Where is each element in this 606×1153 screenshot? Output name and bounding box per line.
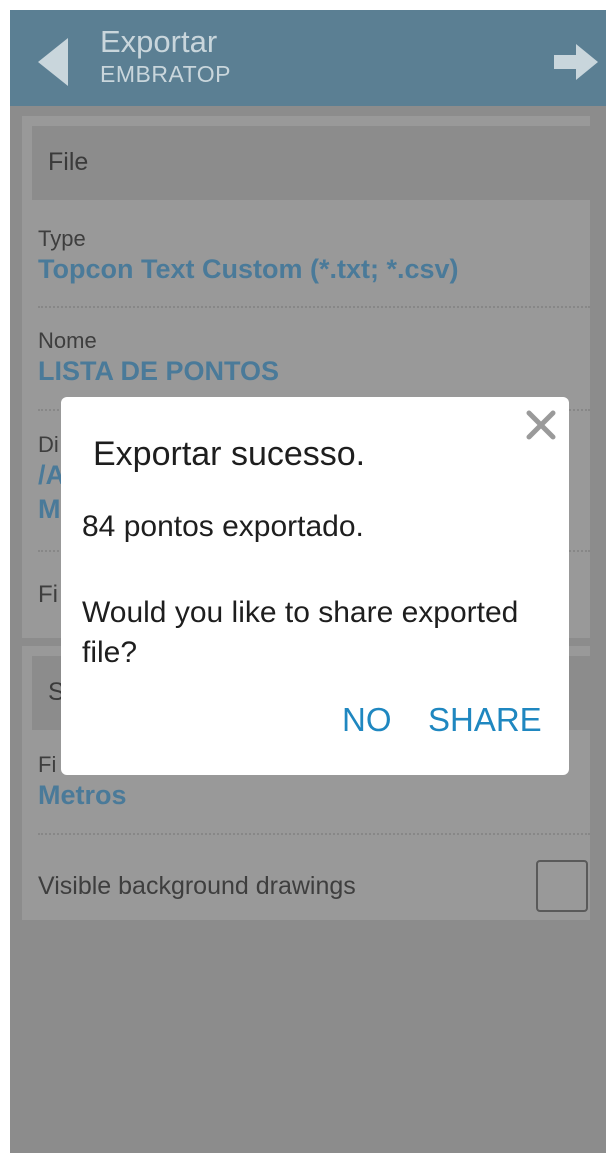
dialog-title: Exportar sucesso. [93, 435, 366, 473]
type-field[interactable]: Type Topcon Text Custom (*.txt; *.csv) [38, 226, 590, 286]
arrow-right-icon[interactable] [552, 42, 600, 82]
no-button[interactable]: NO [342, 701, 392, 739]
type-label: Type [38, 226, 86, 251]
dialog-message-count: 84 pontos exportado. [82, 510, 364, 543]
type-value: Topcon Text Custom (*.txt; *.csv) [38, 254, 459, 284]
screen: Exportar EMBRATOP File Type Topcon Text … [10, 10, 606, 1153]
name-label: Nome [38, 328, 97, 353]
export-success-dialog: Exportar sucesso. 84 pontos exportado. W… [61, 397, 569, 775]
units-value: Metros [38, 780, 127, 810]
back-triangle-icon[interactable] [34, 34, 74, 90]
share-button[interactable]: SHARE [428, 701, 542, 739]
divider [38, 306, 590, 308]
file-section-header: File [32, 126, 596, 200]
name-field[interactable]: Nome LISTA DE PONTOS [38, 328, 590, 388]
dialog-message-share: Would you like to share exported file? [82, 596, 519, 669]
page-title: Exportar [100, 24, 218, 59]
title-group: Exportar EMBRATOP [100, 24, 231, 88]
visible-background-checkbox[interactable] [536, 860, 588, 912]
name-value: LISTA DE PONTOS [38, 356, 280, 386]
close-icon[interactable] [521, 405, 561, 445]
divider [38, 833, 590, 835]
dialog-message: 84 pontos exportado. Would you like to s… [82, 507, 542, 673]
file-section-label: File [48, 148, 89, 176]
app-bar: Exportar EMBRATOP [10, 10, 606, 106]
visible-background-label: Visible background drawings [38, 872, 356, 900]
page-subtitle: EMBRATOP [100, 61, 231, 87]
